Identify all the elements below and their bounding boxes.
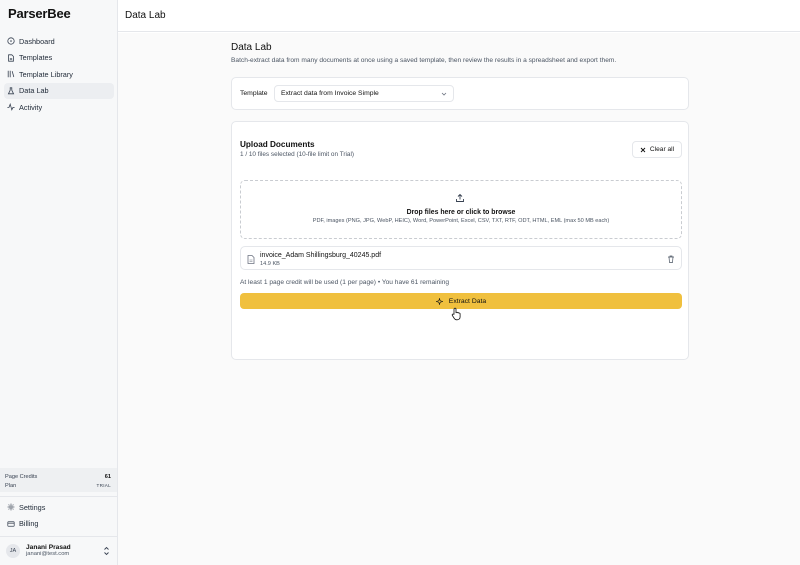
sidebar-nav: Dashboard Templates Template Library Dat… [0, 33, 118, 116]
clear-all-button[interactable]: Clear all [632, 141, 682, 158]
sidebar: ParserBee Dashboard Templates Template L… [0, 0, 118, 565]
library-icon [7, 71, 15, 78]
file-icon [247, 255, 255, 264]
sidebar-item-label: Templates [19, 53, 53, 63]
credits-panel: Page Credits 61 Plan TRIAL [0, 468, 117, 492]
extract-data-label: Extract Data [448, 297, 487, 305]
page-title: Data Lab [231, 42, 272, 53]
top-bar: Data Lab [118, 0, 800, 32]
sparkle-icon [435, 297, 443, 305]
sidebar-item-label: Template Library [19, 69, 73, 79]
avatar: JA [6, 544, 20, 558]
hand-pointer-icon [451, 307, 461, 321]
sidebar-item-billing[interactable]: Billing [4, 516, 114, 533]
upload-subtitle: 1 / 10 files selected (10-file limit on … [240, 151, 355, 158]
templates-icon [8, 54, 14, 62]
sidebar-item-label: Dashboard [19, 36, 55, 46]
sidebar-bottom-nav: Settings Billing [0, 499, 118, 532]
dashboard-icon [7, 37, 15, 45]
flask-icon [7, 87, 15, 94]
chevron-up-down-icon[interactable] [103, 546, 110, 556]
sidebar-item-label: Activity [19, 102, 43, 112]
chevron-down-icon [441, 92, 447, 96]
page-credits-label: Page Credits [5, 473, 38, 480]
sidebar-item-templates[interactable]: Templates [4, 50, 114, 67]
activity-icon [7, 103, 15, 112]
sidebar-item-activity[interactable]: Activity [4, 99, 114, 116]
user-menu[interactable]: JA Janani Prasad janani@test.com [4, 541, 114, 561]
template-label: Template [240, 90, 268, 97]
upload-title: Upload Documents [240, 140, 315, 149]
plan-value: TRIAL [96, 483, 111, 488]
page-subtitle: Batch-extract data from many documents a… [231, 57, 617, 64]
file-size: 14.9 KB [260, 261, 280, 267]
sidebar-item-data-lab[interactable]: Data Lab [4, 82, 114, 99]
sidebar-item-dashboard[interactable]: Dashboard [4, 33, 114, 50]
file-dropzone[interactable]: Drop files here or click to browse PDF, … [240, 180, 682, 239]
page-credits-value: 61 [104, 473, 111, 480]
plan-label: Plan [5, 482, 17, 489]
upload-icon [456, 193, 464, 202]
file-name: invoice_Adam Shillingsburg_40245.pdf [260, 252, 382, 259]
sidebar-item-label: Billing [19, 519, 39, 529]
gear-icon [7, 503, 15, 511]
clear-all-label: Clear all [649, 146, 675, 153]
sidebar-divider [0, 536, 117, 537]
dropzone-title: Drop files here or click to browse [406, 209, 516, 216]
main-content: Data Lab Batch-extract data from many do… [118, 33, 800, 565]
sidebar-item-settings[interactable]: Settings [4, 499, 114, 516]
upload-card: Upload Documents 1 / 10 files selected (… [231, 121, 689, 360]
credit-usage-note: At least 1 page credit will be used (1 p… [240, 279, 450, 286]
template-selected-value: Extract data from Invoice Simple [281, 90, 379, 97]
trash-icon[interactable] [667, 255, 675, 263]
sidebar-item-label: Data Lab [19, 86, 49, 96]
sidebar-item-label: Settings [19, 502, 46, 512]
credit-card-icon [7, 521, 15, 527]
user-email: janani@test.com [26, 551, 70, 558]
file-list-item: invoice_Adam Shillingsburg_40245.pdf 14.… [240, 246, 682, 270]
template-select[interactable]: Extract data from Invoice Simple [274, 85, 454, 102]
close-icon [640, 147, 646, 152]
user-name: Janani Prasad [26, 543, 71, 551]
dropzone-hint: PDF, images (PNG, JPG, WebP, HEIC), Word… [312, 218, 610, 224]
sidebar-item-template-library[interactable]: Template Library [4, 66, 114, 83]
topbar-title: Data Lab [125, 10, 166, 21]
sidebar-divider [0, 496, 117, 497]
app-logo[interactable]: ParserBee [8, 6, 71, 21]
template-card: Template Extract data from Invoice Simpl… [231, 77, 689, 110]
